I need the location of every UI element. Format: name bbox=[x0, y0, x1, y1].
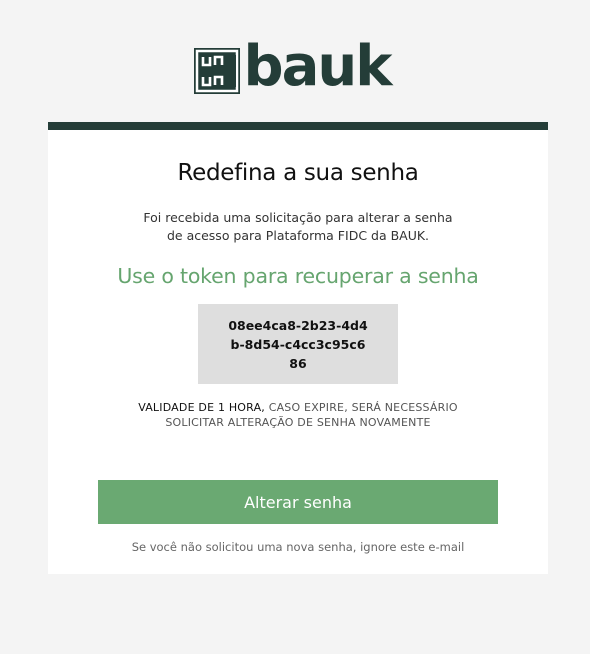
change-password-button[interactable]: Alterar senha bbox=[98, 480, 498, 524]
bauk-logo-icon bbox=[193, 48, 240, 94]
validity-line2: SOLICITAR ALTERAÇÃO DE SENHA NOVAMENTE bbox=[165, 416, 431, 429]
token-subtitle: Use o token para recuperar a senha bbox=[117, 264, 479, 288]
description-line: de acesso para Plataforma FIDC da BAUK. bbox=[166, 228, 430, 243]
description-line: Foi recebida uma solicitação para altera… bbox=[143, 210, 453, 225]
token-value: 08ee4ca8-2b23-4d4b-8d54-c4cc3c95c686 bbox=[228, 317, 368, 371]
brand-logo: bauk bbox=[0, 39, 590, 98]
footer-note: Se você não solicitou uma nova senha, ig… bbox=[131, 540, 465, 554]
token-box: 08ee4ca8-2b23-4d4b-8d54-c4cc3c95c686 bbox=[198, 304, 398, 384]
validity-rest: CASO EXPIRE, SERÁ NECESSÁRIO bbox=[265, 401, 458, 414]
validity-strong: VALIDADE DE 1 HORA, bbox=[138, 401, 265, 414]
email-description: Foi recebida uma solicitação para altera… bbox=[108, 209, 488, 245]
email-card: Redefina a sua senha Foi recebida uma so… bbox=[48, 122, 548, 574]
validity-notice: VALIDADE DE 1 HORA, CASO EXPIRE, SERÁ NE… bbox=[88, 400, 508, 430]
email-title: Redefina a sua senha bbox=[177, 160, 419, 186]
logo-wordmark: bauk bbox=[243, 34, 393, 99]
